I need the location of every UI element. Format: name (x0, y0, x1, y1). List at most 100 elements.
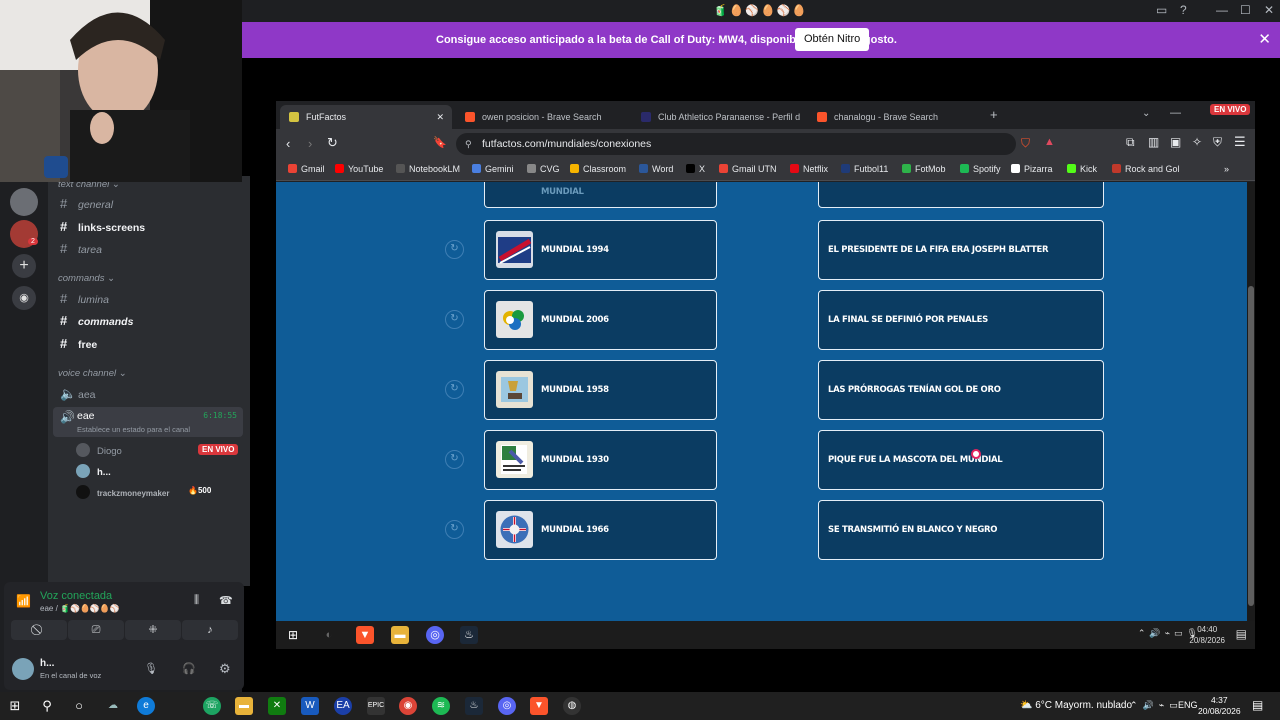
search-icon[interactable]: ⚲ (38, 697, 56, 715)
scrollbar[interactable] (1247, 182, 1255, 621)
undo-icon[interactable]: ↻ (445, 240, 464, 259)
word-icon[interactable]: W (301, 697, 319, 715)
left-card[interactable]: MUNDIAL 2006 (484, 290, 717, 350)
url-field[interactable]: ⚲ futfactos.com/mundiales/conexiones (456, 133, 1016, 155)
undo-icon[interactable]: ↻ (445, 310, 464, 329)
tab-search-icon[interactable]: ⌄ (1142, 108, 1150, 119)
new-tab-icon[interactable]: + (990, 107, 998, 122)
sidebar-icon[interactable]: ▥ (1148, 135, 1159, 149)
category-voice[interactable]: voice channel ⌄ (58, 368, 127, 379)
headphones-icon[interactable]: 🎧 (182, 662, 196, 675)
bookmark-item[interactable]: X (686, 164, 705, 174)
weather-widget[interactable]: ⛅ 6°C Mayorm. nublado (1020, 700, 1132, 711)
reload-icon[interactable]: ↻ (327, 135, 338, 151)
bookmark-item[interactable]: Gemini (472, 164, 514, 174)
bookmark-item[interactable]: YouTube (335, 164, 383, 174)
xbox-icon[interactable]: ◐ (320, 626, 338, 644)
windows-start-icon[interactable]: ⊞ (284, 626, 302, 644)
channel-commands[interactable]: # commands (60, 313, 133, 328)
discover-icon[interactable]: ◉ (12, 286, 36, 310)
tab-brave-search[interactable]: owen posicion - Brave Search (456, 105, 628, 129)
windows-start-icon[interactable]: ⊞ (6, 697, 24, 715)
voice-user[interactable]: trackzmoneymaker (76, 485, 169, 499)
inbox-icon[interactable]: ▭ (1156, 3, 1167, 17)
left-card[interactable]: MUNDIAL 1966 (484, 500, 717, 560)
tab-futfactos[interactable]: FutFactos ✕ (280, 105, 452, 129)
bookmark-item[interactable]: Kick (1067, 164, 1097, 174)
soundboard-button[interactable]: ♪ (182, 620, 238, 640)
system-tray-icons[interactable]: ⌃🔊⌁▭ (1130, 700, 1183, 711)
minimize-button[interactable]: — (1170, 107, 1181, 119)
mic-icon[interactable]: 🎙 (144, 662, 158, 675)
vpn-icon[interactable]: ⛨ (1213, 135, 1222, 150)
server-icon[interactable] (10, 188, 38, 216)
channel-lumina[interactable]: # lumina (60, 291, 109, 306)
channel-general[interactable]: # general (60, 196, 113, 211)
cursor-app-icon[interactable]: ☁ (104, 697, 122, 715)
notifications-icon[interactable]: ▤ (1236, 627, 1247, 641)
clock[interactable]: 04:40 20/8/2026 (1189, 624, 1225, 646)
right-card[interactable]: EL PRESIDENTE DE LA FIFA ERA JOSEPH BLAT… (818, 220, 1104, 280)
tab-chanalogu[interactable]: chanalogu - Brave Search (808, 105, 980, 129)
voice-channel-eae[interactable]: 🔊 eae 6:18:55 Establece un estado para e… (53, 407, 243, 437)
back-icon[interactable]: ‹ (286, 136, 290, 151)
bookmark-icon[interactable]: 🔖 (433, 136, 447, 149)
right-card-partial[interactable] (818, 182, 1104, 208)
avatar[interactable] (12, 658, 34, 680)
channel-tarea[interactable]: # tarea (60, 241, 102, 256)
steam-taskbar-icon[interactable]: ♨ (460, 626, 478, 644)
voice-status[interactable]: Voz conectada (40, 590, 112, 602)
bookmark-item[interactable]: NotebookLM (396, 164, 460, 174)
steam-icon[interactable]: ♨ (465, 697, 483, 715)
ea-icon[interactable]: EA (334, 697, 352, 715)
bookmark-item[interactable]: Gmail UTN (719, 164, 777, 174)
brave-taskbar-icon[interactable]: ▼ (356, 626, 374, 644)
brave-rewards-icon[interactable]: ▲ (1044, 136, 1055, 148)
xbox-icon[interactable]: ✕ (268, 697, 286, 715)
edge-icon[interactable]: e (137, 697, 155, 715)
close-window-button[interactable]: ✕ (1264, 3, 1274, 17)
spotify-icon[interactable]: ≋ (432, 697, 450, 715)
voice-user[interactable]: Diogo (76, 443, 122, 457)
settings-gear-icon[interactable]: ⚙ (219, 661, 231, 677)
wallet-icon[interactable]: ▣ (1170, 135, 1181, 149)
bookmark-item[interactable]: Pizarra (1011, 164, 1053, 174)
screen-share-button[interactable]: ⎚ (68, 620, 124, 640)
category-commands[interactable]: commands ⌄ (58, 273, 115, 284)
scrollbar-thumb[interactable] (1248, 286, 1254, 606)
clock[interactable]: 4:37 20/08/2026 (1198, 695, 1241, 717)
whatsapp-icon[interactable]: ☏ (203, 697, 221, 715)
forward-icon[interactable]: › (308, 136, 312, 151)
noise-suppression-icon[interactable]: ⫼ (194, 594, 199, 607)
right-card[interactable]: PIQUE FUE LA MASCOTA DEL MUNDIAL (818, 430, 1104, 490)
undo-icon[interactable]: ↻ (445, 520, 464, 539)
obs-icon[interactable]: ◍ (563, 697, 581, 715)
bookmark-item[interactable]: Rock and Gol (1112, 164, 1180, 174)
undo-icon[interactable]: ↻ (445, 450, 464, 469)
right-card[interactable]: SE TRANSMITIÓ EN BLANCO Y NEGRO (818, 500, 1104, 560)
notifications-icon[interactable]: ▤ (1252, 698, 1263, 712)
bookmark-item[interactable]: Spotify (960, 164, 1001, 174)
discord-icon[interactable]: ◎ (498, 697, 516, 715)
discord-taskbar-icon[interactable]: ◎ (426, 626, 444, 644)
minimize-button[interactable]: — (1216, 3, 1228, 17)
maximize-button[interactable]: ☐ (1240, 3, 1251, 17)
language-indicator[interactable]: ENG (1178, 700, 1198, 710)
add-server-icon[interactable]: + (12, 254, 36, 278)
activities-button[interactable]: ⁜ (125, 620, 181, 640)
more-bookmarks-icon[interactable]: » (1224, 164, 1229, 174)
left-card[interactable]: MUNDIAL 1994 (484, 220, 717, 280)
close-banner-icon[interactable]: ✕ (1258, 30, 1271, 48)
help-icon[interactable]: ? (1180, 3, 1187, 17)
bookmark-item[interactable]: Gmail (288, 164, 325, 174)
epic-games-icon[interactable]: EPIC (367, 697, 385, 715)
site-info-icon[interactable]: ⚲ (465, 133, 472, 155)
brave-icon[interactable]: ▼ (530, 697, 548, 715)
channel-status[interactable]: Establece un estado para el canal (77, 425, 190, 434)
brave-shields-icon[interactable]: ⛉ (1021, 136, 1030, 151)
right-card[interactable]: LAS PRÓRROGAS TENÍAN GOL DE ORO (818, 360, 1104, 420)
bookmark-item[interactable]: FotMob (902, 164, 946, 174)
bookmark-item[interactable]: Classroom (570, 164, 626, 174)
tab-athletico[interactable]: Club Athletico Paranaense - Perfil de (632, 105, 800, 129)
extensions-icon[interactable]: ⧉ (1126, 135, 1135, 150)
